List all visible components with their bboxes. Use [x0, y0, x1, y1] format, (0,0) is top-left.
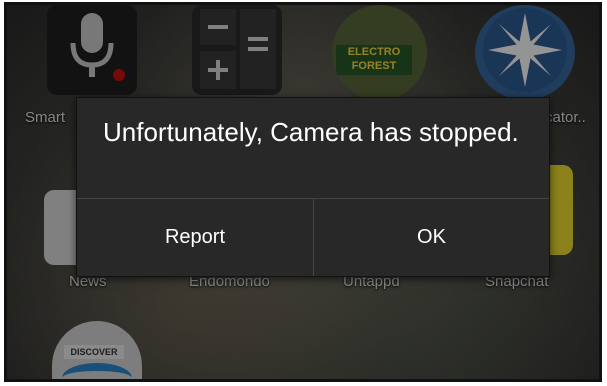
- report-button[interactable]: Report: [77, 199, 313, 276]
- ok-button[interactable]: OK: [314, 199, 549, 276]
- dialog-message: Unfortunately, Camera has stopped.: [103, 117, 519, 147]
- phone-screen: ELECTRO FOREST Smart cator.. News Endomo…: [4, 2, 602, 382]
- crash-dialog: Unfortunately, Camera has stopped. Repor…: [76, 97, 550, 277]
